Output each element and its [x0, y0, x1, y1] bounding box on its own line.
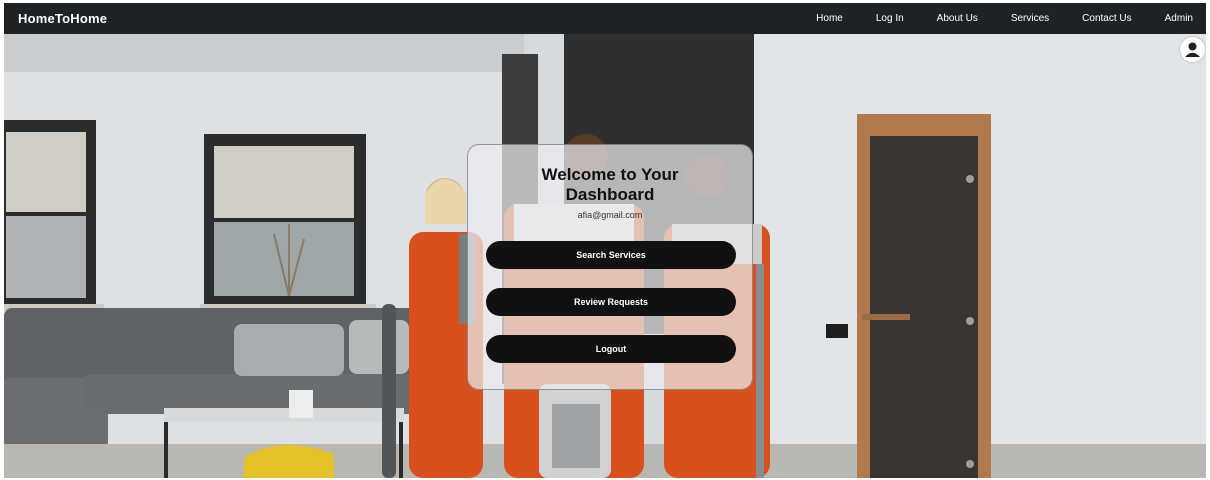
brand-logo[interactable]: HomeToHome: [18, 11, 107, 26]
dashboard-title-line1: Welcome to Your: [541, 165, 679, 184]
logout-button[interactable]: Logout: [486, 335, 736, 363]
nav-links: Home Log In About Us Services Contact Us…: [816, 3, 1206, 34]
nav-login-link[interactable]: Log In: [876, 13, 904, 24]
user-email: afia@gmail.com: [577, 210, 643, 220]
nav-admin-link[interactable]: Admin: [1165, 13, 1193, 24]
person-icon: [1185, 42, 1200, 57]
top-navbar: HomeToHome Home Log In About Us Services…: [4, 3, 1206, 34]
nav-home-link[interactable]: Home: [816, 13, 843, 24]
dashboard-title-line2: Dashboard: [565, 185, 655, 204]
nav-about-link[interactable]: About Us: [937, 13, 978, 24]
review-requests-button[interactable]: Review Requests: [486, 288, 736, 316]
dashboard-card: Welcome to Your Dashboard afia@gmail.com…: [467, 144, 753, 390]
nav-contact-link[interactable]: Contact Us: [1082, 13, 1131, 24]
dashboard-title: Welcome to Your Dashboard: [468, 165, 752, 205]
search-services-button[interactable]: Search Services: [486, 241, 736, 269]
page-frame: HomeToHome Home Log In About Us Services…: [4, 3, 1206, 478]
nav-services-link[interactable]: Services: [1011, 13, 1049, 24]
user-avatar-icon[interactable]: [1180, 37, 1205, 62]
